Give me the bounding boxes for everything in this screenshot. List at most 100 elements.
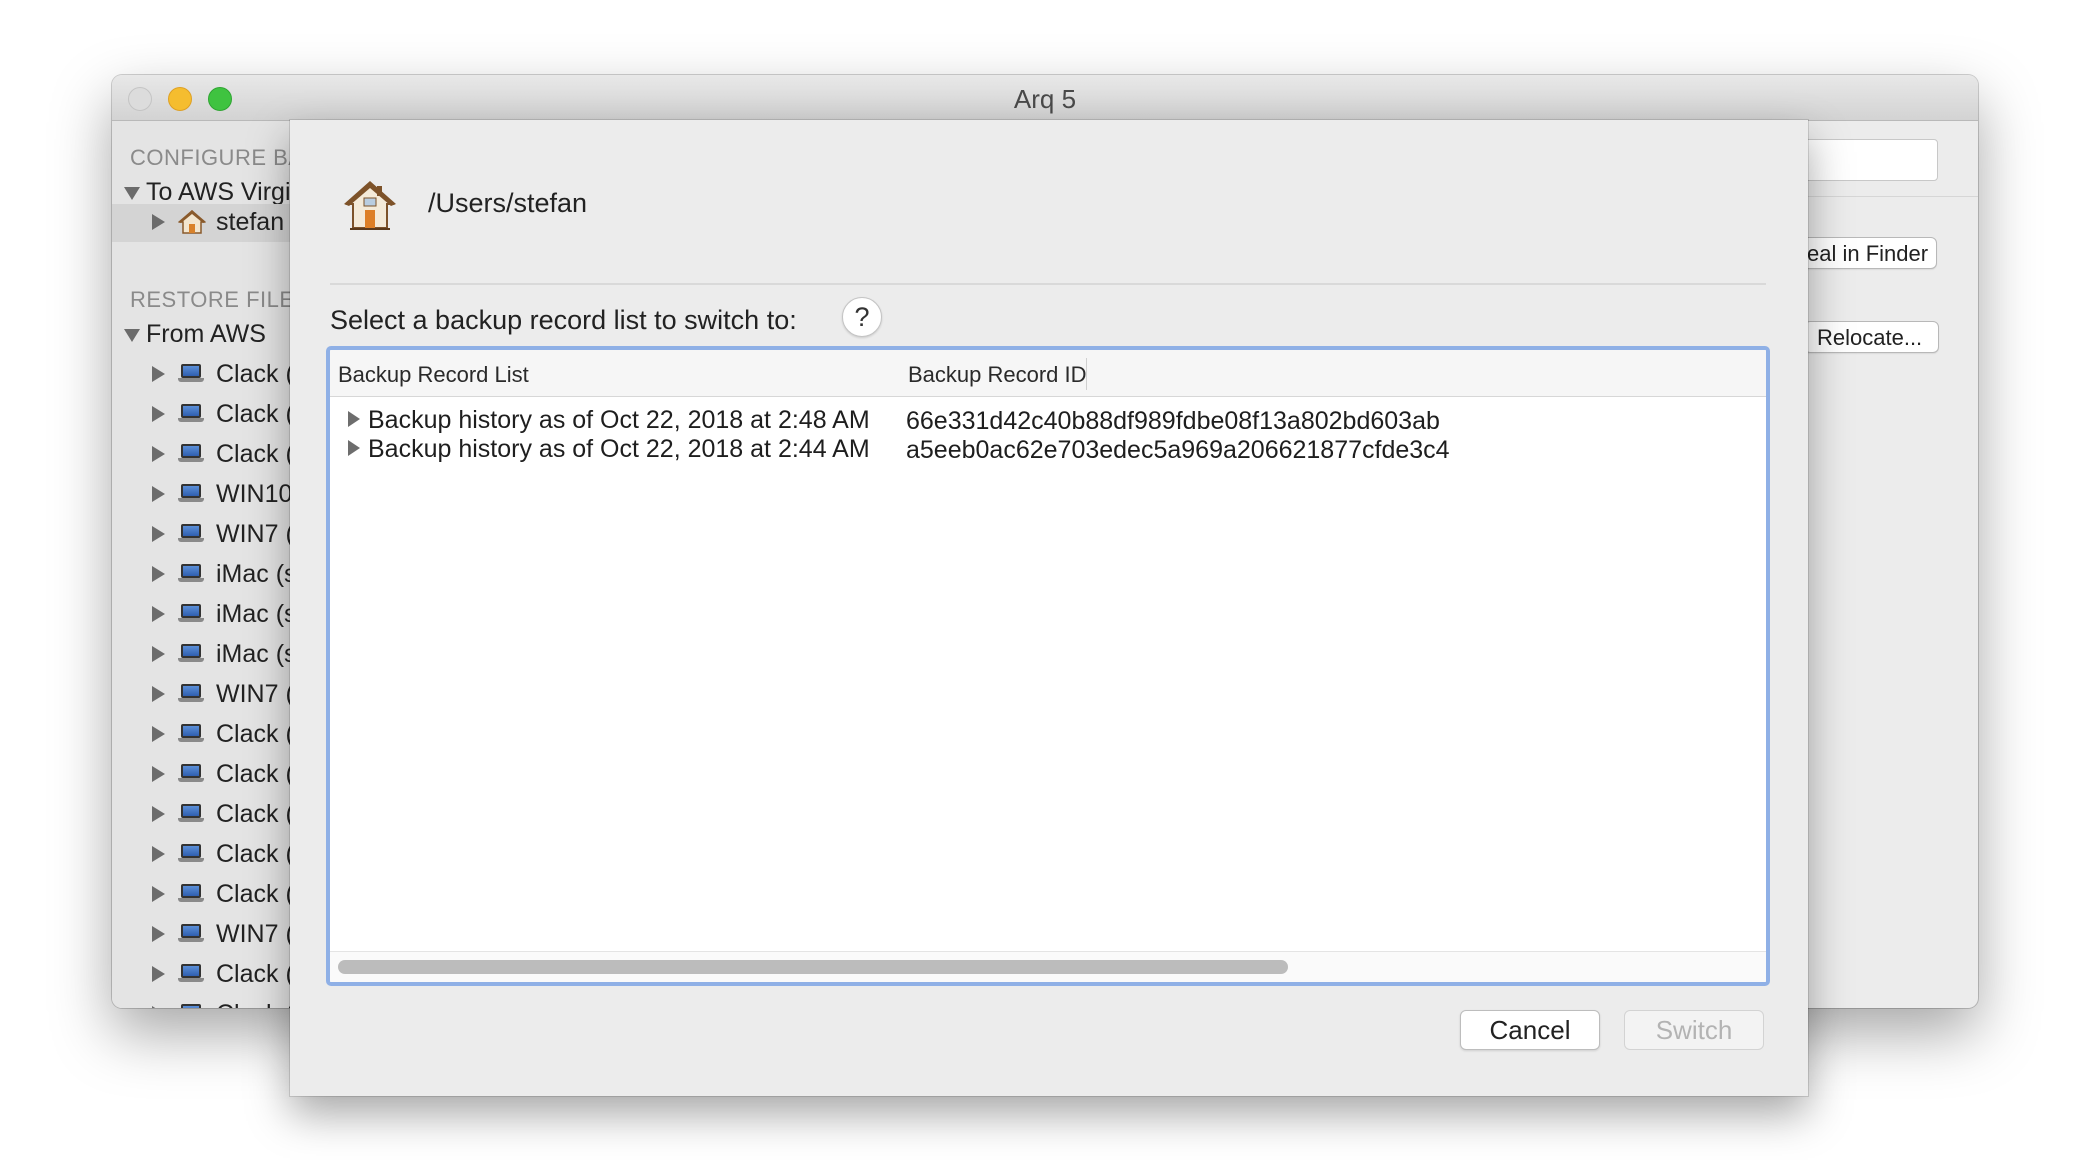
sidebar-item-computer[interactable]: Clack ( <box>112 356 294 394</box>
disclosure-closed-icon[interactable] <box>152 966 165 982</box>
divider <box>1802 196 1978 197</box>
disclosure-closed-icon[interactable] <box>152 926 165 942</box>
sidebar-item-computer[interactable]: iMac (s <box>112 636 297 674</box>
laptop-icon <box>178 964 204 984</box>
sidebar-item-computer[interactable]: WIN10 <box>112 476 292 514</box>
laptop-icon <box>178 804 204 824</box>
sidebar-item-label: Clack ( <box>216 800 294 828</box>
sidebar-item-computer[interactable]: Clack ( <box>112 716 294 754</box>
configure-backups-heading: CONFIGURE BA <box>130 145 304 170</box>
sidebar-item-label: stefan <box>216 208 285 236</box>
disclosure-closed-icon[interactable] <box>152 446 165 462</box>
home-folder-icon <box>342 178 398 232</box>
sidebar-item-label: Clack ( <box>216 720 294 748</box>
sidebar-item-computer[interactable]: Clack ( <box>112 996 294 1008</box>
window-title: Arq 5 <box>1013 84 1077 114</box>
laptop-icon <box>178 1004 204 1008</box>
sidebar-item-label: iMac (s <box>216 560 297 588</box>
search-field[interactable] <box>1802 139 1938 181</box>
disclosure-closed-icon[interactable] <box>152 566 165 582</box>
sidebar: CONFIGURE BA To AWS Virgi stefan RESTORE… <box>112 121 309 1008</box>
sidebar-item-computer[interactable]: WIN7 ( <box>112 516 294 554</box>
sidebar-item-label: Clack ( <box>216 960 294 988</box>
disclosure-closed-icon[interactable] <box>152 486 165 502</box>
sidebar-item-label: WIN7 ( <box>216 520 294 548</box>
sidebar-item-computer[interactable]: Clack ( <box>112 836 294 874</box>
scrollbar-thumb[interactable] <box>338 960 1288 974</box>
laptop-icon <box>178 884 204 904</box>
disclosure-closed-icon[interactable] <box>152 686 165 702</box>
sidebar-item-computer[interactable]: iMac (s <box>112 556 297 594</box>
sidebar-item-stefan[interactable]: stefan <box>112 204 292 242</box>
disclosure-closed-icon[interactable] <box>152 886 165 902</box>
switch-backup-record-sheet: /Users/stefan Select a backup record lis… <box>290 120 1808 1096</box>
record-id: a5eeb0ac62e703edec5a969a206621877cfde3c4 <box>906 436 1450 464</box>
disclosure-closed-icon[interactable] <box>152 766 165 782</box>
disclosure-open-icon[interactable] <box>124 329 140 342</box>
folder-path: /Users/stefan <box>428 188 588 218</box>
laptop-icon <box>178 564 204 584</box>
sidebar-item-label: WIN10 <box>216 480 293 508</box>
disclosure-closed-icon[interactable] <box>152 214 165 230</box>
horizontal-scrollbar[interactable] <box>330 951 1766 982</box>
sidebar-item-computer[interactable]: WIN7 ( <box>112 676 294 714</box>
sidebar-item-computer[interactable]: Clack ( <box>112 436 294 474</box>
laptop-icon <box>178 444 204 464</box>
column-header-backup-record-id[interactable]: Backup Record ID <box>908 362 1087 388</box>
sidebar-item-label: Clack ( <box>216 840 294 868</box>
disclosure-closed-icon[interactable] <box>152 806 165 822</box>
laptop-icon <box>178 924 204 944</box>
sidebar-item-computer[interactable]: Clack ( <box>112 876 294 914</box>
sidebar-item-label: From AWS <box>146 320 266 348</box>
laptop-icon <box>178 764 204 784</box>
disclosure-closed-icon[interactable] <box>348 411 360 427</box>
disclosure-closed-icon[interactable] <box>152 846 165 862</box>
disclosure-closed-icon[interactable] <box>152 406 165 422</box>
laptop-icon <box>178 684 204 704</box>
sidebar-item-label: Clack ( <box>216 880 294 908</box>
sidebar-item-label: Clack ( <box>216 440 294 468</box>
home-icon <box>178 209 206 235</box>
sidebar-item-computer[interactable]: iMac (s <box>112 596 297 634</box>
laptop-icon <box>178 724 204 744</box>
laptop-icon <box>178 644 204 664</box>
disclosure-closed-icon[interactable] <box>152 606 165 622</box>
sidebar-item-label: iMac (s <box>216 640 297 668</box>
disclosure-closed-icon[interactable] <box>152 366 165 382</box>
switch-button[interactable]: Switch <box>1624 1010 1764 1050</box>
prompt-label: Select a backup record list to switch to… <box>330 305 797 335</box>
sidebar-item-computer[interactable]: Clack ( <box>112 796 294 834</box>
laptop-icon <box>178 484 204 504</box>
table-row[interactable]: Backup history as of Oct 22, 2018 at 2:4… <box>330 431 1766 469</box>
laptop-icon <box>178 524 204 544</box>
disclosure-closed-icon[interactable] <box>348 440 360 456</box>
table-header: Backup Record List Backup Record ID <box>330 350 1766 397</box>
record-list-name: Backup history as of Oct 22, 2018 at 2:4… <box>368 435 870 463</box>
sidebar-item-computer[interactable]: Clack ( <box>112 396 294 434</box>
disclosure-closed-icon[interactable] <box>152 1006 165 1008</box>
column-header-backup-record-list[interactable]: Backup Record List <box>338 362 529 388</box>
backup-record-table[interactable]: Backup Record List Backup Record ID Back… <box>326 346 1770 986</box>
disclosure-closed-icon[interactable] <box>152 526 165 542</box>
sidebar-item-label: Clack ( <box>216 360 294 388</box>
sidebar-item-from-aws[interactable]: From AWS <box>112 316 292 354</box>
laptop-icon <box>178 364 204 384</box>
restore-files-heading: RESTORE FILES <box>130 287 310 312</box>
sidebar-item-label: WIN7 ( <box>216 920 294 948</box>
disclosure-open-icon[interactable] <box>124 187 140 200</box>
divider <box>330 283 1766 285</box>
sidebar-item-label: Clack ( <box>216 1000 294 1008</box>
cancel-button[interactable]: Cancel <box>1460 1010 1600 1050</box>
relocate-button[interactable]: Relocate... <box>1804 321 1939 353</box>
disclosure-closed-icon[interactable] <box>152 726 165 742</box>
sidebar-item-computer[interactable]: Clack ( <box>112 756 294 794</box>
disclosure-closed-icon[interactable] <box>152 646 165 662</box>
sidebar-item-computer[interactable]: WIN7 ( <box>112 916 294 954</box>
laptop-icon <box>178 404 204 424</box>
help-button[interactable]: ? <box>842 297 882 337</box>
sidebar-item-label: Clack ( <box>216 760 294 788</box>
title-bar[interactable]: Arq 5 <box>112 75 1978 121</box>
reveal-in-finder-button[interactable]: eal in Finder <box>1792 237 1937 269</box>
sidebar-item-computer[interactable]: Clack ( <box>112 956 294 994</box>
sidebar-item-label: To AWS Virgi <box>146 178 291 206</box>
